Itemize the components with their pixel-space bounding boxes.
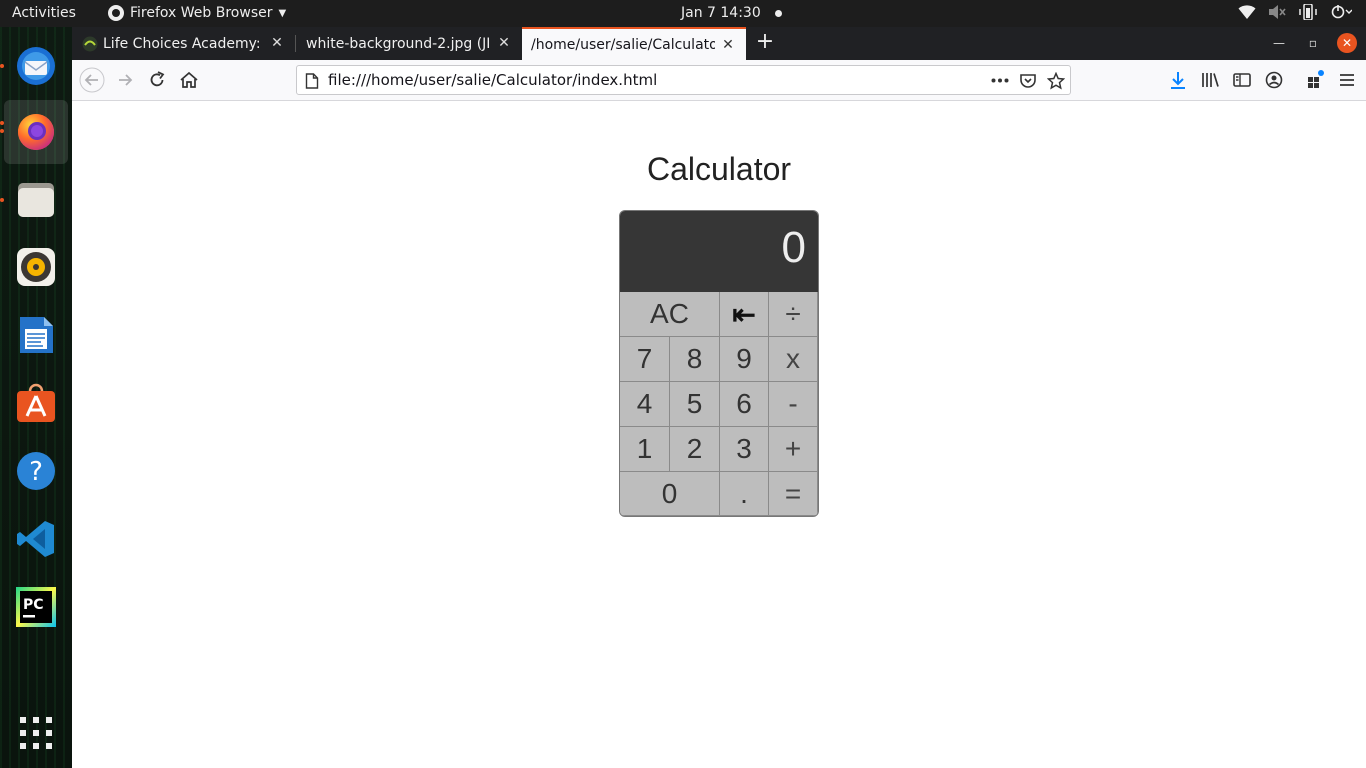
dock-item-files[interactable]	[4, 167, 68, 231]
forward-button-icon[interactable]	[112, 67, 138, 93]
running-indicator	[0, 121, 4, 125]
app-grid-icon	[20, 717, 52, 749]
key-9[interactable]: 9	[720, 337, 769, 382]
wifi-icon	[1238, 4, 1256, 22]
page-icon	[305, 73, 319, 89]
firefox-icon	[18, 114, 54, 150]
system-top-bar: Activities Firefox Web Browser ▼ Jan 7 1…	[0, 0, 1366, 27]
notification-dot-icon	[774, 9, 782, 17]
activities-button[interactable]: Activities	[12, 5, 76, 21]
tab-white-background[interactable]: white-background-2.jpg (JPE ✕	[296, 27, 522, 60]
files-icon	[18, 183, 54, 217]
close-window-icon[interactable]: ✕	[1337, 33, 1357, 53]
pycharm-icon: PC	[16, 587, 56, 627]
library-icon[interactable]	[1197, 67, 1223, 93]
sidebar-icon[interactable]	[1229, 67, 1255, 93]
running-indicator	[0, 198, 4, 202]
bookmark-star-icon[interactable]	[1047, 72, 1065, 90]
maximize-icon[interactable]: ▫	[1304, 34, 1322, 52]
key-decimal[interactable]: .	[720, 472, 769, 516]
new-tab-icon[interactable]: +	[753, 31, 777, 55]
tab-life-choices[interactable]: Life Choices Academy: Lo ✕	[72, 27, 295, 60]
caret-down-icon: ▼	[278, 7, 287, 19]
close-tab-icon[interactable]: ✕	[496, 35, 512, 51]
tab-title: white-background-2.jpg (JPE	[306, 35, 489, 52]
page-content: Calculator 0 AC ⇤ ÷ 7 8 9 x 4 5 6 - 1 2 …	[72, 101, 1366, 768]
hamburger-menu-icon[interactable]	[1334, 67, 1360, 93]
url-text: file:///home/user/salie/Calculator/index…	[328, 71, 658, 89]
key-subtract[interactable]: -	[769, 382, 818, 427]
dock-item-thunderbird[interactable]	[4, 34, 68, 98]
dock-item-firefox[interactable]	[4, 100, 68, 164]
svg-text:?: ?	[29, 457, 43, 487]
key-divide[interactable]: ÷	[769, 292, 818, 337]
tab-strip: Life Choices Academy: Lo ✕ white-backgro…	[72, 27, 1366, 60]
tab-calculator[interactable]: /home/user/salie/Calculator ✕	[522, 27, 746, 60]
calculator: 0 AC ⇤ ÷ 7 8 9 x 4 5 6 - 1 2 3 + 0 . =	[619, 210, 819, 517]
key-8[interactable]: 8	[670, 337, 720, 382]
help-icon: ?	[17, 452, 55, 490]
tab-title: /home/user/salie/Calculator	[531, 36, 715, 53]
close-tab-icon[interactable]: ✕	[269, 35, 285, 51]
key-7[interactable]: 7	[620, 337, 670, 382]
rhythmbox-icon	[17, 248, 55, 286]
key-clear[interactable]: AC	[620, 292, 720, 337]
dock-item-software[interactable]	[4, 371, 68, 435]
software-icon	[17, 383, 55, 422]
account-icon[interactable]	[1261, 67, 1287, 93]
key-1[interactable]: 1	[620, 427, 670, 472]
clock-label: Jan 7 14:30	[681, 5, 761, 21]
reload-icon[interactable]	[144, 67, 170, 93]
key-3[interactable]: 3	[720, 427, 769, 472]
system-tray[interactable]	[1238, 3, 1353, 22]
calculator-display: 0	[620, 211, 818, 292]
power-menu-icon	[1330, 4, 1353, 22]
back-button-icon[interactable]	[79, 67, 105, 93]
dock-item-vscode[interactable]	[4, 507, 68, 571]
navigation-bar: file:///home/user/salie/Calculator/index…	[72, 60, 1366, 101]
page-actions-icon[interactable]	[991, 78, 1009, 83]
dock-item-show-applications[interactable]	[4, 701, 68, 765]
minimize-icon[interactable]: —	[1270, 34, 1288, 52]
key-equals[interactable]: =	[769, 472, 818, 516]
home-icon[interactable]	[176, 67, 202, 93]
page-title: Calculator	[646, 151, 792, 187]
pocket-icon[interactable]	[1019, 72, 1037, 90]
clock[interactable]: Jan 7 14:30	[681, 5, 782, 21]
battery-icon	[1298, 3, 1318, 22]
key-add[interactable]: +	[769, 427, 818, 472]
key-backspace[interactable]: ⇤	[720, 292, 769, 337]
thunderbird-icon	[17, 47, 55, 85]
url-bar[interactable]: file:///home/user/salie/Calculator/index…	[296, 65, 1071, 95]
app-menu-label: Firefox Web Browser	[130, 5, 273, 21]
running-indicator	[0, 64, 4, 68]
favicon-icon	[82, 36, 98, 52]
svg-text:PC: PC	[23, 597, 44, 613]
key-multiply[interactable]: x	[769, 337, 818, 382]
key-2[interactable]: 2	[670, 427, 720, 472]
writer-icon	[20, 317, 53, 353]
tab-title: Life Choices Academy: Lo	[103, 35, 263, 52]
app-menu[interactable]: Firefox Web Browser ▼	[108, 5, 286, 21]
volume-muted-icon	[1268, 4, 1286, 22]
dock-item-writer[interactable]	[4, 303, 68, 367]
key-6[interactable]: 6	[720, 382, 769, 427]
firefox-mini-icon	[108, 5, 124, 21]
key-0[interactable]: 0	[620, 472, 720, 516]
dock-item-pycharm[interactable]: PC	[4, 575, 68, 639]
running-indicator	[0, 129, 4, 133]
dock-item-help[interactable]: ?	[4, 439, 68, 503]
dock: ? PC	[0, 27, 72, 768]
vscode-icon	[17, 521, 54, 557]
display-value: 0	[781, 223, 806, 272]
downloads-icon[interactable]	[1165, 67, 1191, 93]
close-tab-icon[interactable]: ✕	[720, 37, 736, 53]
dock-item-rhythmbox[interactable]	[4, 235, 68, 299]
extensions-icon[interactable]	[1302, 67, 1328, 93]
key-4[interactable]: 4	[620, 382, 670, 427]
key-5[interactable]: 5	[670, 382, 720, 427]
